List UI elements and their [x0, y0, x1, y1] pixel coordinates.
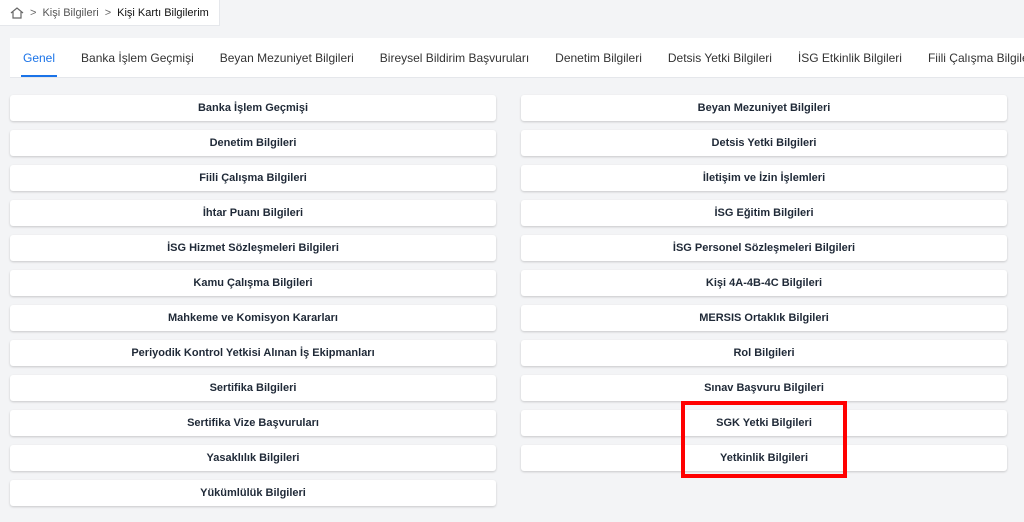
breadcrumb-kisi-bilgileri[interactable]: Kişi Bilgileri [42, 7, 98, 19]
tab-isg-etkinlik-bilgileri[interactable]: İSG Etkinlik Bilgileri [785, 38, 915, 77]
card-sgk-yetki-bilgileri[interactable]: SGK Yetki Bilgileri [521, 410, 1007, 436]
home-icon[interactable] [10, 6, 24, 19]
card-kisi-4a-4b-4c-bilgileri[interactable]: Kişi 4A-4B-4C Bilgileri [521, 270, 1007, 296]
card-fiili-calisma-bilgileri[interactable]: Fiili Çalışma Bilgileri [10, 165, 496, 191]
card-mersis-ortaklik-bilgileri[interactable]: MERSIS Ortaklık Bilgileri [521, 305, 1007, 331]
card-yetkinlik-bilgileri[interactable]: Yetkinlik Bilgileri [521, 445, 1007, 471]
card-iletisim-ve-izin-islemleri[interactable]: İletişim ve İzin İşlemleri [521, 165, 1007, 191]
card-banka-islem-gecmisi[interactable]: Banka İşlem Geçmişi [10, 95, 496, 121]
card-sertifika-bilgileri[interactable]: Sertifika Bilgileri [10, 375, 496, 401]
tab-banka-islem-gecmisi[interactable]: Banka İşlem Geçmişi [68, 38, 207, 77]
card-beyan-mezuniyet-bilgileri[interactable]: Beyan Mezuniyet Bilgileri [521, 95, 1007, 121]
tab-denetim-bilgileri[interactable]: Denetim Bilgileri [542, 38, 655, 77]
breadcrumb-current: Kişi Kartı Bilgilerim [117, 6, 209, 19]
card-sinav-basvuru-bilgileri[interactable]: Sınav Başvuru Bilgileri [521, 375, 1007, 401]
tab-detsis-yetki-bilgileri[interactable]: Detsis Yetki Bilgileri [655, 38, 785, 77]
card-isg-hizmet-sozlesmeleri-bilgileri[interactable]: İSG Hizmet Sözleşmeleri Bilgileri [10, 235, 496, 261]
breadcrumb: > Kişi Bilgileri > Kişi Kartı Bilgilerim [0, 0, 220, 26]
tab-fiili-calisma-bilgileri[interactable]: Fiili Çalışma Bilgileri [915, 38, 1024, 77]
tab-bireysel-bildirim-basvurulari[interactable]: Bireysel Bildirim Başvuruları [367, 38, 542, 77]
card-mahkeme-ve-komisyon-kararlari[interactable]: Mahkeme ve Komisyon Kararları [10, 305, 496, 331]
breadcrumb-separator: > [104, 6, 112, 19]
card-isg-egitim-bilgileri[interactable]: İSG Eğitim Bilgileri [521, 200, 1007, 226]
card-periyodik-kontrol-yetkisi[interactable]: Periyodik Kontrol Yetkisi Alınan İş Ekip… [10, 340, 496, 366]
card-denetim-bilgileri[interactable]: Denetim Bilgileri [10, 130, 496, 156]
tab-genel[interactable]: Genel [10, 38, 68, 77]
tab-beyan-mezuniyet-bilgileri[interactable]: Beyan Mezuniyet Bilgileri [207, 38, 367, 77]
card-isg-personel-sozlesmeleri-bilgileri[interactable]: İSG Personel Sözleşmeleri Bilgileri [521, 235, 1007, 261]
card-grid: Banka İşlem Geçmişi Beyan Mezuniyet Bilg… [10, 95, 1007, 506]
card-rol-bilgileri[interactable]: Rol Bilgileri [521, 340, 1007, 366]
tab-bar: Genel Banka İşlem Geçmişi Beyan Mezuniye… [10, 38, 1024, 78]
card-yukumluluk-bilgileri[interactable]: Yükümlülük Bilgileri [10, 480, 496, 506]
card-sertifika-vize-basvurulari[interactable]: Sertifika Vize Başvuruları [10, 410, 496, 436]
card-yasaklilik-bilgileri[interactable]: Yasaklılık Bilgileri [10, 445, 496, 471]
card-ihtar-puani-bilgileri[interactable]: İhtar Puanı Bilgileri [10, 200, 496, 226]
card-kamu-calisma-bilgileri[interactable]: Kamu Çalışma Bilgileri [10, 270, 496, 296]
breadcrumb-separator: > [30, 6, 37, 19]
card-detsis-yetki-bilgileri[interactable]: Detsis Yetki Bilgileri [521, 130, 1007, 156]
